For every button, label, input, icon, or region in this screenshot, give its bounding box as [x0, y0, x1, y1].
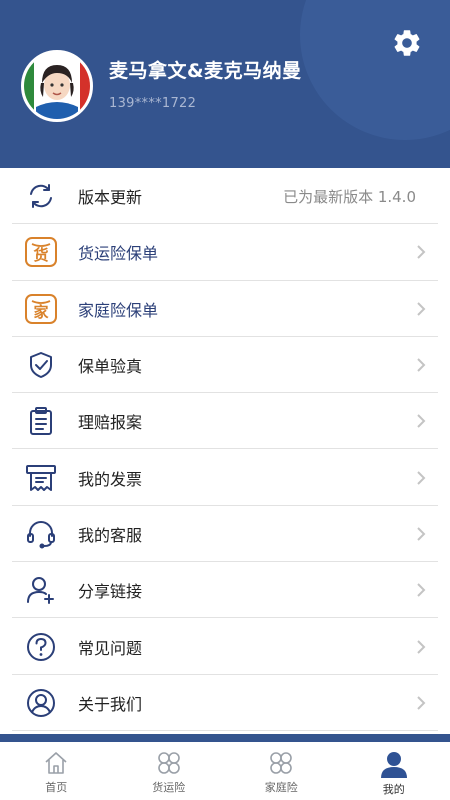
user-circle-icon: [24, 686, 58, 720]
person-icon: [380, 752, 407, 778]
chevron-right-icon: [417, 414, 426, 429]
bottom-tabbar: 首页 货运险 家庭险 我的: [0, 742, 450, 800]
invoice-icon: [24, 461, 58, 495]
shield-check-icon: [24, 348, 58, 382]
question-icon: [24, 630, 58, 664]
tab-label: 我的: [382, 783, 405, 796]
menu-item-label: 家庭险保单: [78, 300, 159, 320]
menu-item-about-us[interactable]: 关于我们: [0, 674, 450, 732]
chevron-right-icon: [417, 470, 426, 485]
menu-item-label: 常见问题: [78, 638, 143, 658]
settings-menu: 版本更新 已为最新版本 1.4.0 货 货运险保单 家 家庭险保单 保单验真 理…: [0, 168, 450, 732]
menu-item-label: 版本更新: [78, 188, 143, 208]
cargo-badge-icon: 货: [24, 235, 58, 269]
menu-item-share-link[interactable]: 分享链接: [0, 562, 450, 619]
tab-home[interactable]: 首页: [0, 742, 113, 800]
headset-icon: [24, 517, 58, 551]
profile-header: 麦马拿文&麦克马纳曼 139****1722: [0, 0, 450, 168]
user-phone: 139****1722: [109, 96, 197, 111]
home-badge-icon: 家: [24, 292, 58, 326]
chevron-right-icon: [417, 245, 426, 260]
refresh-icon: [24, 179, 58, 213]
menu-item-invoice[interactable]: 我的发票: [0, 449, 450, 507]
header-decoration: [300, 0, 450, 140]
menu-item-customer-service[interactable]: 我的客服: [0, 505, 450, 563]
gear-icon[interactable]: [389, 25, 425, 61]
menu-item-label: 货运险保单: [78, 244, 159, 264]
version-value: 已为最新版本 1.4.0: [283, 187, 416, 206]
clover-icon: [157, 752, 180, 774]
clover-icon: [270, 752, 293, 774]
menu-item-label: 关于我们: [78, 694, 143, 714]
add-user-icon: [24, 573, 58, 607]
menu-item-label: 理赔报案: [78, 413, 143, 433]
chevron-right-icon: [417, 696, 426, 710]
avatar[interactable]: [21, 50, 93, 122]
cargo-badge-text: 货: [33, 246, 49, 265]
tabbar-divider: [0, 734, 450, 742]
tab-label: 家庭险: [264, 781, 298, 794]
clipboard-icon: [24, 404, 58, 438]
chevron-right-icon: [417, 583, 426, 597]
menu-item-cargo-policy[interactable]: 货 货运险保单: [0, 224, 450, 281]
chevron-right-icon: [417, 639, 426, 654]
chevron-right-icon: [417, 302, 426, 316]
user-name: 麦马拿文&麦克马纳曼: [109, 60, 302, 82]
home-badge-text: 家: [33, 302, 49, 321]
menu-item-home-policy[interactable]: 家 家庭险保单: [0, 280, 450, 338]
menu-item-policy-verify[interactable]: 保单验真: [0, 336, 450, 394]
tab-mine[interactable]: 我的: [338, 742, 450, 800]
menu-item-label: 我的发票: [78, 469, 143, 489]
tab-label: 货运险: [152, 781, 186, 794]
menu-item-version-update[interactable]: 版本更新 已为最新版本 1.4.0: [0, 168, 450, 225]
chevron-right-icon: [417, 527, 426, 541]
chevron-right-icon: [417, 358, 426, 372]
menu-item-label: 我的客服: [78, 525, 143, 545]
menu-item-label: 分享链接: [78, 582, 143, 602]
home-icon: [45, 752, 67, 774]
tab-label: 首页: [45, 781, 68, 794]
tab-cargo-insurance[interactable]: 货运险: [113, 742, 226, 800]
menu-item-label: 保单验真: [78, 357, 143, 377]
tab-home-insurance[interactable]: 家庭险: [225, 742, 338, 800]
menu-item-claim-report[interactable]: 理赔报案: [0, 393, 450, 450]
menu-item-faq[interactable]: 常见问题: [0, 618, 450, 675]
